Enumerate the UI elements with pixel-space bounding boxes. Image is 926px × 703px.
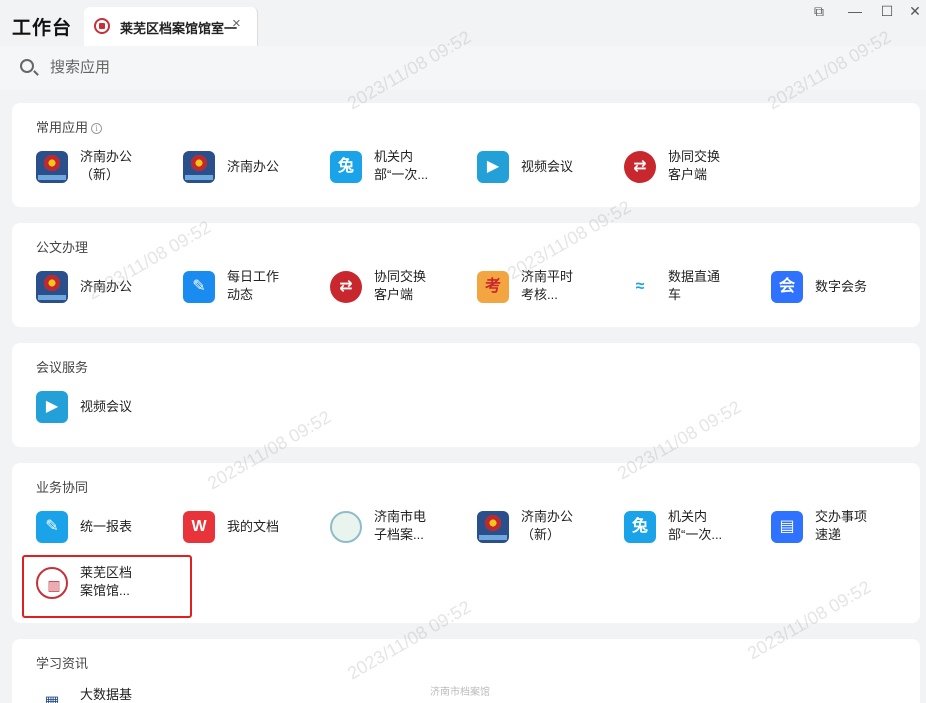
app-internal-once[interactable]: 兔 机关内部“一次... [330,147,470,187]
video-icon: ▶ [36,391,68,423]
edit-icon: ✎ [36,511,68,543]
wps-icon: W [183,511,215,543]
notepad-icon: ✎ [183,271,215,303]
app-label: 统一报表 [80,519,133,534]
minimize-icon[interactable]: — [846,2,864,20]
app-big-data[interactable]: ▦ 大数据基 [36,683,176,703]
archive-seal-icon [94,18,110,34]
app-label: 视频会议 [80,399,133,414]
app-label: 济南市电子档案... [374,509,427,542]
app-label: 每日工作动态 [227,269,280,302]
meeting-icon: 会 [771,271,803,303]
app-internal-once[interactable]: 兔 机关内部“一次... [624,507,764,547]
app-jinan-office-new[interactable]: 济南办公（新） [477,507,617,547]
app-digital-meeting[interactable]: 会 数字会务 [771,267,911,307]
app-jinan-office[interactable]: 济南办公 [183,147,323,187]
app-label: 数字会务 [815,279,868,294]
app-label: 济南办公 [80,279,133,294]
archive-seal-icon [330,511,362,543]
section-docs: 公文办理 济南办公 ✎ 每日工作动态 ⇄ 协同交换客户端 考 济南平时考核...… [12,223,920,327]
app-title: 工作台 [12,18,73,39]
section-title: 公文办理 [36,240,89,255]
restore-icon[interactable]: ⧉ [810,2,828,20]
app-label: 数据直通车 [668,269,721,302]
highlight-box [22,555,192,618]
app-exchange-client[interactable]: ⇄ 协同交换客户端 [624,147,764,187]
section-title: 会议服务 [36,360,89,375]
footer-text: 济南市档案馆 [430,687,490,698]
app-label: 济南平时考核... [521,269,574,302]
search-icon [20,59,34,73]
app-label: 视频会议 [521,159,574,174]
section-common-apps: 常用应用 i 济南办公（新） 济南办公 兔 机关内部“一次... ▶ 视频会议 ⇄… [12,103,920,207]
close-icon[interactable]: × [232,15,241,32]
kao-icon: 考 [477,271,509,303]
search-input[interactable] [50,56,450,78]
info-icon[interactable]: i [91,123,103,134]
window-close-icon[interactable]: ✕ [906,2,924,20]
task-icon: ▤ [771,511,803,543]
app-jinan-office-new[interactable]: 济南办公（新） [36,147,176,187]
app-video-meeting[interactable]: ▶ 视频会议 [36,387,176,427]
emblem-icon [36,271,68,303]
title-bar: 工作台 莱芜区档案馆馆室一 × ⧉ — ☐ ✕ [0,0,926,46]
section-title-text: 常用应用 [36,120,89,135]
exchange-icon: ⇄ [330,271,362,303]
video-icon: ▶ [477,151,509,183]
section-title: 学习资讯 [36,656,89,671]
app-video-meeting[interactable]: ▶ 视频会议 [477,147,617,187]
app-label: 协同交换客户端 [374,269,427,302]
app-jinan-office[interactable]: 济南办公 [36,267,176,307]
app-label: 协同交换客户端 [668,149,721,182]
section-title: 业务协同 [36,480,89,495]
emblem-icon [477,511,509,543]
app-unified-report[interactable]: ✎ 统一报表 [36,507,176,547]
exchange-icon: ⇄ [624,151,656,183]
emblem-icon [36,151,68,183]
app-data-express[interactable]: ≈ 数据直通车 [624,267,764,307]
app-label: 交办事项速递 [815,509,868,542]
app-label: 济南办公（新） [80,149,133,182]
maximize-icon[interactable]: ☐ [878,2,896,20]
book-icon: ▦ [36,687,68,703]
app-my-docs[interactable]: W 我的文档 [183,507,323,547]
runner-icon: 兔 [624,511,656,543]
runner-icon: 兔 [330,151,362,183]
app-label: 机关内部“一次... [668,509,723,542]
app-daily-work[interactable]: ✎ 每日工作动态 [183,267,323,307]
app-label: 我的文档 [227,519,280,534]
app-assessment[interactable]: 考 济南平时考核... [477,267,617,307]
emblem-icon [183,151,215,183]
tab-laiwu-archive[interactable]: 莱芜区档案馆馆室一 × [84,7,258,46]
app-label: 机关内部“一次... [374,149,429,182]
section-meeting: 会议服务 ▶ 视频会议 [12,343,920,447]
app-exchange-client[interactable]: ⇄ 协同交换客户端 [330,267,470,307]
app-label: 大数据基 [80,687,133,702]
app-label: 济南办公（新） [521,509,574,542]
search-bar [0,46,926,90]
tab-label: 莱芜区档案馆馆室一 [120,21,238,36]
wave-icon: ≈ [624,271,656,303]
app-jinan-e-archive[interactable]: 济南市电子档案... [330,507,470,547]
app-label: 济南办公 [227,159,280,174]
app-task-express[interactable]: ▤ 交办事项速递 [771,507,911,547]
section-title: 常用应用 i [36,117,103,136]
